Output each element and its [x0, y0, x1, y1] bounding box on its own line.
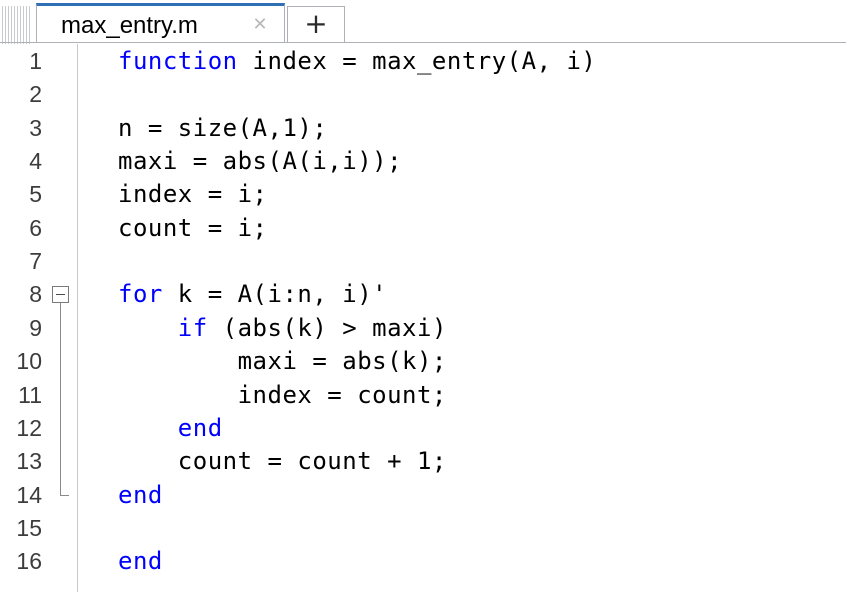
tab-bar: max_entry.m ✕ +: [0, 0, 846, 44]
gutter-divider: [77, 44, 78, 592]
tab-bar-divider: [0, 42, 846, 43]
code-line: n = size(A,1);: [118, 112, 327, 145]
fold-range-line: [60, 303, 61, 496]
code-text: index = i;: [118, 180, 268, 209]
close-icon[interactable]: ✕: [249, 14, 271, 36]
code-fold-toggle[interactable]: [52, 286, 69, 303]
line-number: 1: [29, 48, 42, 74]
code-text: k = A(i:n, i)': [162, 280, 388, 309]
line-number: 3: [29, 114, 42, 141]
code-keyword: for: [118, 280, 163, 309]
code-line: count = i;: [118, 212, 268, 245]
line-number: 11: [18, 381, 42, 408]
line-number: 2: [29, 81, 42, 108]
new-tab-button[interactable]: +: [287, 6, 345, 43]
code-text: count = count + 1;: [177, 447, 447, 476]
line-number: 7: [29, 248, 42, 275]
minus-icon: [56, 294, 65, 295]
code-text: count = i;: [118, 213, 268, 242]
code-line: end: [118, 479, 163, 512]
line-number: 6: [29, 214, 42, 241]
tab-max-entry[interactable]: max_entry.m ✕: [36, 3, 285, 43]
code-text: n = size(A,1);: [118, 113, 328, 142]
code-line: maxi = abs(k);: [118, 345, 447, 378]
code-line: function index = max_entry(A, i): [118, 45, 596, 78]
code-line: index = i;: [118, 178, 268, 211]
editor-window: max_entry.m ✕ + function index = max_ent…: [0, 0, 846, 592]
code-line: maxi = abs(A(i,i));: [118, 145, 402, 178]
code-line: count = count + 1;: [118, 445, 447, 478]
tab-title: max_entry.m: [61, 12, 198, 39]
code-text: index = count;: [237, 380, 447, 409]
code-text: index = max_entry(A, i): [237, 47, 597, 75]
code-area[interactable]: function index = max_entry(A, i) n = size…: [80, 44, 846, 592]
line-number: 8: [29, 281, 42, 308]
code-line: end: [118, 412, 223, 445]
line-number: 10: [16, 348, 42, 375]
code-text: (abs(k) > maxi): [207, 313, 447, 342]
line-number: 16: [16, 548, 42, 575]
code-keyword: end: [118, 547, 163, 576]
plus-icon: +: [304, 7, 328, 40]
line-number: 5: [29, 181, 42, 208]
code-keyword: if: [177, 313, 208, 342]
line-number: 15: [16, 514, 42, 541]
fold-range-end: [60, 495, 69, 496]
code-text: maxi = abs(k);: [237, 347, 447, 376]
code-line: end: [118, 545, 163, 578]
code-line: index = count;: [118, 379, 447, 412]
code-keyword: end: [177, 413, 223, 442]
code-keyword: end: [118, 480, 163, 509]
line-number: 13: [16, 448, 42, 475]
line-number: 4: [29, 148, 42, 175]
code-keyword: function: [118, 47, 238, 75]
code-line: if (abs(k) > maxi): [118, 312, 447, 345]
code-line: for k = A(i:n, i)': [118, 278, 387, 311]
tab-bar-grip[interactable]: [2, 6, 32, 44]
line-number: 14: [16, 481, 42, 508]
code-text: maxi = abs(A(i,i));: [118, 147, 403, 176]
line-number: 12: [16, 414, 42, 441]
line-number: 9: [29, 314, 42, 341]
